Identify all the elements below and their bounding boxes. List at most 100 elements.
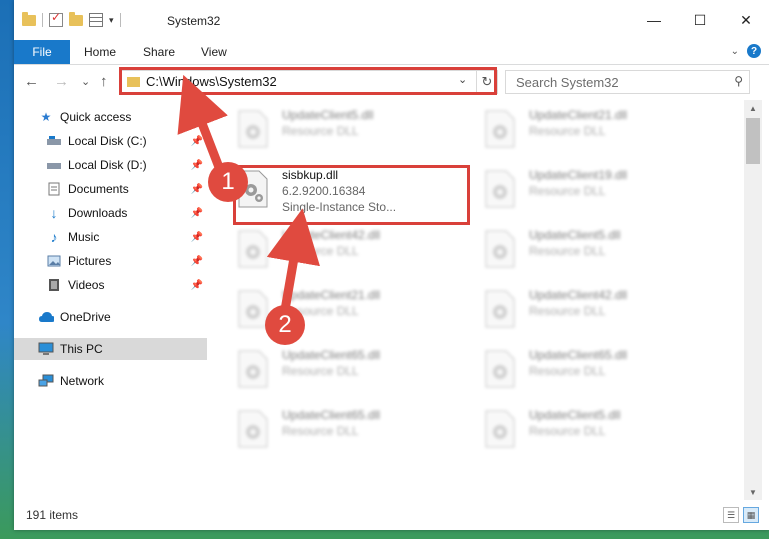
file-description: Resource DLL — [529, 364, 606, 378]
file-description: Resource DLL — [529, 184, 606, 198]
file-description: Single-Instance Sto... — [282, 200, 397, 214]
sidebar-item-label: Quick access — [60, 110, 132, 124]
scrollbar-thumb[interactable] — [746, 118, 760, 164]
close-button[interactable]: ✕ — [723, 0, 769, 40]
pin-icon[interactable]: 📌 — [191, 208, 203, 219]
sidebar-item-label: Network — [60, 374, 105, 388]
file-name: UpdateClient42.dll — [282, 228, 381, 242]
help-icon[interactable]: ? — [747, 44, 761, 58]
properties-check-icon[interactable] — [49, 10, 63, 27]
sidebar-item-label: Music — [68, 230, 100, 244]
file-tile-sisbkup[interactable]: sisbkup.dll 6.2.9200.16384 Single-Instan… — [210, 164, 450, 224]
file-tile[interactable]: UpdateClient42.dll Resource DLL — [210, 224, 450, 284]
new-folder-icon[interactable] — [69, 11, 83, 26]
sidebar-item-network[interactable]: Network — [14, 370, 207, 392]
file-tile[interactable]: UpdateClient21.dll Resource DLL — [457, 104, 697, 164]
properties-icon[interactable] — [89, 13, 103, 27]
file-name: UpdateClient5.dll — [529, 228, 621, 242]
pin-icon[interactable]: 📌 — [191, 280, 203, 291]
details-view-icon[interactable]: ☰ — [723, 507, 739, 523]
file-name: UpdateClient19.dll — [529, 168, 628, 182]
item-count: 191 items — [26, 508, 79, 522]
file-description: Resource DLL — [282, 364, 359, 378]
minimize-button[interactable]: — — [631, 0, 677, 40]
file-tile[interactable]: UpdateClient5.dll Resource DLL — [457, 224, 697, 284]
folder-icon — [127, 77, 140, 87]
pin-icon[interactable]: 📌 — [191, 160, 203, 171]
pin-icon[interactable]: 📌 — [191, 256, 203, 267]
pin-icon[interactable]: 📌 — [191, 232, 203, 243]
sidebar-item-label: Local Disk (D:) — [68, 158, 147, 172]
sidebar-item-downloads[interactable]: ↓ Downloads 📌 — [14, 202, 207, 224]
file-name: UpdateClient65.dll — [282, 348, 381, 362]
address-dropdown-chevron-icon[interactable]: ⌄ — [458, 73, 467, 86]
navigation-bar: ← → ⌄ ↑ C:\Windows\System32 ⌄ ↻ ⚲ — [14, 65, 769, 99]
sidebar-item-this-pc[interactable]: This PC — [14, 338, 207, 360]
toolbar-divider — [119, 13, 121, 27]
video-icon — [46, 278, 62, 292]
file-name: UpdateClient5.dll — [529, 408, 621, 422]
dll-file-icon — [485, 110, 515, 148]
sidebar-item-documents[interactable]: Documents 📌 — [14, 178, 207, 200]
file-tile[interactable]: UpdateClient21.dll Resource DLL — [210, 284, 450, 344]
toolbar-divider — [42, 13, 43, 27]
computer-icon — [38, 342, 54, 356]
dll-file-icon — [238, 170, 268, 208]
address-path[interactable]: C:\Windows\System32 — [146, 74, 277, 89]
file-version: 6.2.9200.16384 — [282, 184, 366, 198]
file-tile[interactable]: UpdateClient65.dll Resource DLL — [210, 404, 450, 464]
file-list-view: UpdateClient5.dll Resource DLL sisbkup.d… — [210, 100, 744, 500]
sidebar-item-pictures[interactable]: Pictures 📌 — [14, 250, 207, 272]
recent-locations-chevron-icon[interactable]: ⌄ — [81, 75, 90, 88]
file-tile[interactable]: UpdateClient5.dll Resource DLL — [210, 104, 450, 164]
up-arrow-icon[interactable]: ↑ — [100, 73, 108, 90]
back-arrow-icon[interactable]: ← — [24, 73, 39, 90]
sidebar-item-local-disk-d[interactable]: Local Disk (D:) 📌 — [14, 154, 207, 176]
sidebar-item-quick-access[interactable]: ★ Quick access — [14, 106, 207, 128]
pin-icon[interactable]: 📌 — [191, 184, 203, 195]
scroll-up-icon[interactable]: ▲ — [744, 100, 762, 116]
forward-arrow-icon[interactable]: → — [54, 73, 69, 90]
ribbon-tabs: File Home Share View ⌄ ? — [14, 40, 769, 65]
scroll-down-icon[interactable]: ▼ — [744, 484, 762, 500]
pin-icon[interactable]: 📌 — [191, 136, 203, 147]
file-tile[interactable]: UpdateClient65.dll Resource DLL — [457, 344, 697, 404]
file-tile[interactable]: UpdateClient65.dll Resource DLL — [210, 344, 450, 404]
tab-file[interactable]: File — [14, 40, 70, 64]
file-description: Resource DLL — [282, 124, 359, 138]
file-tile[interactable]: UpdateClient5.dll Resource DLL — [457, 404, 697, 464]
refresh-icon[interactable]: ↻ — [476, 71, 497, 93]
dll-file-icon — [485, 350, 515, 388]
dll-file-icon — [238, 230, 268, 268]
dll-file-icon — [485, 410, 515, 448]
search-icon[interactable]: ⚲ — [734, 74, 743, 88]
maximize-button[interactable]: ☐ — [677, 0, 723, 40]
tab-share[interactable]: Share — [143, 45, 175, 59]
chevron-down-icon[interactable]: ⌄ — [731, 46, 739, 57]
file-explorer-window: ▾ System32 — ☐ ✕ File Home Share View ⌄ … — [14, 0, 769, 530]
tab-home[interactable]: Home — [84, 45, 116, 59]
vertical-scrollbar[interactable]: ▲ ▼ — [744, 100, 762, 500]
tiles-view-icon[interactable]: ▦ — [743, 507, 759, 523]
sidebar-item-videos[interactable]: Videos 📌 — [14, 274, 207, 296]
dll-file-icon — [485, 230, 515, 268]
file-description: Resource DLL — [529, 244, 606, 258]
title-bar: ▾ System32 — ☐ ✕ — [14, 0, 769, 40]
sidebar-item-music[interactable]: ♪ Music 📌 — [14, 226, 207, 248]
tab-view[interactable]: View — [201, 45, 227, 59]
search-box[interactable]: ⚲ — [505, 70, 750, 94]
status-bar: 191 items ☰ ▦ — [14, 500, 769, 530]
file-name: sisbkup.dll — [282, 168, 339, 182]
music-icon: ♪ — [50, 229, 58, 245]
file-name: UpdateClient21.dll — [282, 288, 381, 302]
sidebar-item-label: Pictures — [68, 254, 112, 268]
customize-toolbar-chevron-icon[interactable]: ▾ — [109, 15, 114, 26]
search-input[interactable] — [514, 74, 718, 91]
file-tile[interactable]: UpdateClient19.dll Resource DLL — [457, 164, 697, 224]
file-name: UpdateClient42.dll — [529, 288, 628, 302]
file-tile[interactable]: UpdateClient42.dll Resource DLL — [457, 284, 697, 344]
address-bar[interactable]: C:\Windows\System32 ⌄ ↻ — [121, 70, 498, 94]
sidebar-item-onedrive[interactable]: OneDrive — [14, 306, 207, 328]
sidebar-item-local-disk-c[interactable]: Local Disk (C:) 📌 — [14, 130, 207, 152]
file-name: UpdateClient65.dll — [282, 408, 381, 422]
